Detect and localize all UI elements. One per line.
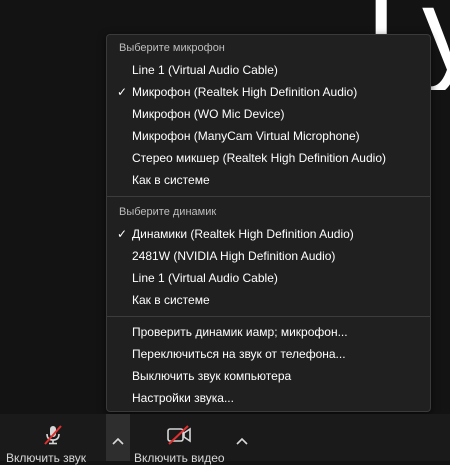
microphone-option[interactable]: Стерео микшер (Realtek High Definition A… bbox=[108, 147, 429, 169]
microphone-option-label: Line 1 (Virtual Audio Cable) bbox=[132, 63, 278, 77]
menu-divider bbox=[107, 196, 430, 197]
microphone-option[interactable]: Микрофон (WO Mic Device) bbox=[108, 103, 429, 125]
unmute-button[interactable]: Включить звук bbox=[0, 414, 104, 465]
audio-menu: Выберите микрофон Line 1 (Virtual Audio … bbox=[106, 34, 431, 412]
microphone-option-label: Как в системе bbox=[132, 173, 210, 187]
microphone-option[interactable]: ✓ Микрофон (Realtek High Definition Audi… bbox=[108, 81, 429, 103]
speaker-option-label: Как в системе bbox=[132, 293, 210, 307]
speaker-option[interactable]: ✓ Динамики (Realtek High Definition Audi… bbox=[108, 223, 429, 245]
switch-to-phone-audio-item[interactable]: Переключиться на звук от телефона... bbox=[108, 343, 429, 365]
test-speaker-mic-item[interactable]: Проверить динамик иамр; микрофон... bbox=[108, 321, 429, 343]
speaker-option-label: Динамики (Realtek High Definition Audio) bbox=[132, 227, 354, 241]
menu-action-label: Выключить звук компьютера bbox=[132, 369, 292, 383]
microphone-section-header: Выберите микрофон bbox=[119, 42, 225, 54]
menu-action-label: Настройки звука... bbox=[132, 391, 234, 405]
menu-action-label: Проверить динамик иамр; микрофон... bbox=[132, 325, 348, 339]
microphone-option-label: Микрофон (Realtek High Definition Audio) bbox=[132, 85, 358, 99]
microphone-option-label: Микрофон (WO Mic Device) bbox=[132, 107, 285, 121]
checkmark-icon: ✓ bbox=[116, 227, 128, 241]
menu-divider bbox=[107, 316, 430, 317]
checkmark-icon: ✓ bbox=[116, 85, 128, 99]
microphone-muted-icon bbox=[42, 424, 64, 451]
start-video-button[interactable]: Включить видео bbox=[132, 414, 230, 465]
speaker-option[interactable]: Как в системе bbox=[108, 289, 429, 311]
speaker-option[interactable]: 2481W (NVIDIA High Definition Audio) bbox=[108, 245, 429, 267]
microphone-option-label: Микрофон (ManyCam Virtual Microphone) bbox=[132, 129, 360, 143]
audio-settings-item[interactable]: Настройки звука... bbox=[108, 387, 429, 409]
speaker-option-label: 2481W (NVIDIA High Definition Audio) bbox=[132, 249, 336, 263]
video-options-caret[interactable] bbox=[230, 414, 254, 461]
speaker-option[interactable]: Line 1 (Virtual Audio Cable) bbox=[108, 267, 429, 289]
audio-options-caret[interactable] bbox=[106, 414, 130, 461]
start-video-label: Включить видео bbox=[134, 451, 225, 465]
microphone-option[interactable]: Как в системе bbox=[108, 169, 429, 191]
unmute-label: Включить звук bbox=[6, 451, 87, 465]
mute-computer-audio-item[interactable]: Выключить звук компьютера bbox=[108, 365, 429, 387]
video-off-icon bbox=[166, 424, 192, 451]
meeting-toolbar: Включить звук Включить видео bbox=[0, 414, 450, 465]
chevron-up-icon bbox=[112, 432, 124, 450]
speaker-option-label: Line 1 (Virtual Audio Cable) bbox=[132, 271, 278, 285]
chevron-up-icon bbox=[236, 432, 248, 450]
speaker-section-header: Выберите динамик bbox=[119, 206, 217, 218]
menu-action-label: Переключиться на звук от телефона... bbox=[132, 347, 346, 361]
microphone-option[interactable]: Микрофон (ManyCam Virtual Microphone) bbox=[108, 125, 429, 147]
microphone-option-label: Стерео микшер (Realtek High Definition A… bbox=[132, 151, 386, 165]
microphone-option[interactable]: Line 1 (Virtual Audio Cable) bbox=[108, 59, 429, 81]
